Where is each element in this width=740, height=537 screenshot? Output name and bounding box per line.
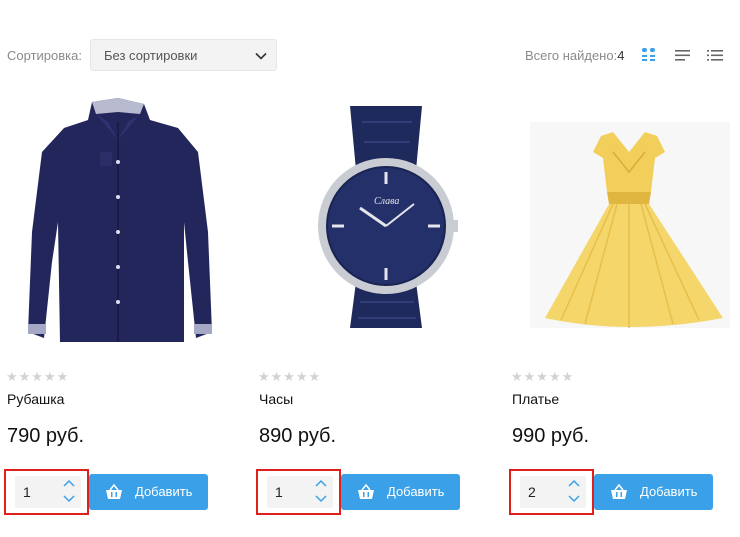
quantity-stepper[interactable]: 1 xyxy=(267,476,333,508)
quantity-stepper[interactable]: 1 xyxy=(15,476,81,508)
quantity-value[interactable]: 1 xyxy=(23,484,31,500)
basket-icon xyxy=(611,483,627,499)
product-price: 990 руб. xyxy=(512,425,590,447)
chevron-down-icon[interactable] xyxy=(63,493,75,503)
chevron-up-icon[interactable] xyxy=(63,479,75,489)
add-to-cart-label: Добавить xyxy=(640,484,698,499)
grid-view-icon[interactable] xyxy=(639,45,659,65)
quantity-highlight: 1 xyxy=(256,469,341,515)
product-card: ★★★★★ Рубашка 790 руб. 1 Добавить xyxy=(0,92,230,532)
add-to-cart-button[interactable]: Добавить xyxy=(594,474,713,510)
product-name[interactable]: Часы xyxy=(259,391,293,407)
rating-stars[interactable]: ★★★★★ xyxy=(511,369,574,385)
basket-icon xyxy=(358,483,374,499)
catalog-toolbar: Сортировка: Без сортировки Всего найдено… xyxy=(0,38,740,74)
product-price: 790 руб. xyxy=(7,425,85,447)
product-image-watch[interactable]: Слава xyxy=(252,92,482,354)
add-to-cart-button[interactable]: Добавить xyxy=(341,474,460,510)
chevron-down-icon[interactable] xyxy=(568,493,580,503)
rating-stars[interactable]: ★★★★★ xyxy=(6,369,69,385)
product-price: 890 руб. xyxy=(259,425,337,447)
quantity-value[interactable]: 1 xyxy=(275,484,283,500)
sort-label: Сортировка: xyxy=(7,48,82,63)
quantity-highlight: 1 xyxy=(4,469,89,515)
chevron-up-icon[interactable] xyxy=(568,479,580,489)
add-to-cart-button[interactable]: Добавить xyxy=(89,474,208,510)
found-count-text: Всего найдено:4 xyxy=(525,48,624,63)
quantity-value[interactable]: 2 xyxy=(528,484,536,500)
list-view-icon[interactable] xyxy=(673,45,693,65)
basket-icon xyxy=(106,483,122,499)
svg-text:Слава: Слава xyxy=(374,196,399,207)
product-image-shirt[interactable] xyxy=(0,92,230,354)
product-name[interactable]: Платье xyxy=(512,391,559,407)
chevron-down-icon xyxy=(255,52,267,60)
compact-list-view-icon[interactable] xyxy=(705,45,725,65)
found-label: Всего найдено: xyxy=(525,48,618,63)
product-name[interactable]: Рубашка xyxy=(7,391,64,407)
add-to-cart-label: Добавить xyxy=(135,484,193,499)
quantity-stepper[interactable]: 2 xyxy=(520,476,586,508)
sort-select[interactable]: Без сортировки xyxy=(90,39,277,71)
product-card: ★★★★★ Платье 990 руб. 2 Добавить xyxy=(505,92,735,532)
product-card: Слава ★★★★★ Часы 890 руб. 1 Добавить xyxy=(252,92,482,532)
found-count: 4 xyxy=(617,48,625,63)
chevron-down-icon[interactable] xyxy=(315,493,327,503)
sort-select-value: Без сортировки xyxy=(104,48,198,63)
quantity-highlight: 2 xyxy=(509,469,594,515)
chevron-up-icon[interactable] xyxy=(315,479,327,489)
add-to-cart-label: Добавить xyxy=(387,484,445,499)
product-image-dress[interactable] xyxy=(505,92,735,354)
rating-stars[interactable]: ★★★★★ xyxy=(258,369,321,385)
